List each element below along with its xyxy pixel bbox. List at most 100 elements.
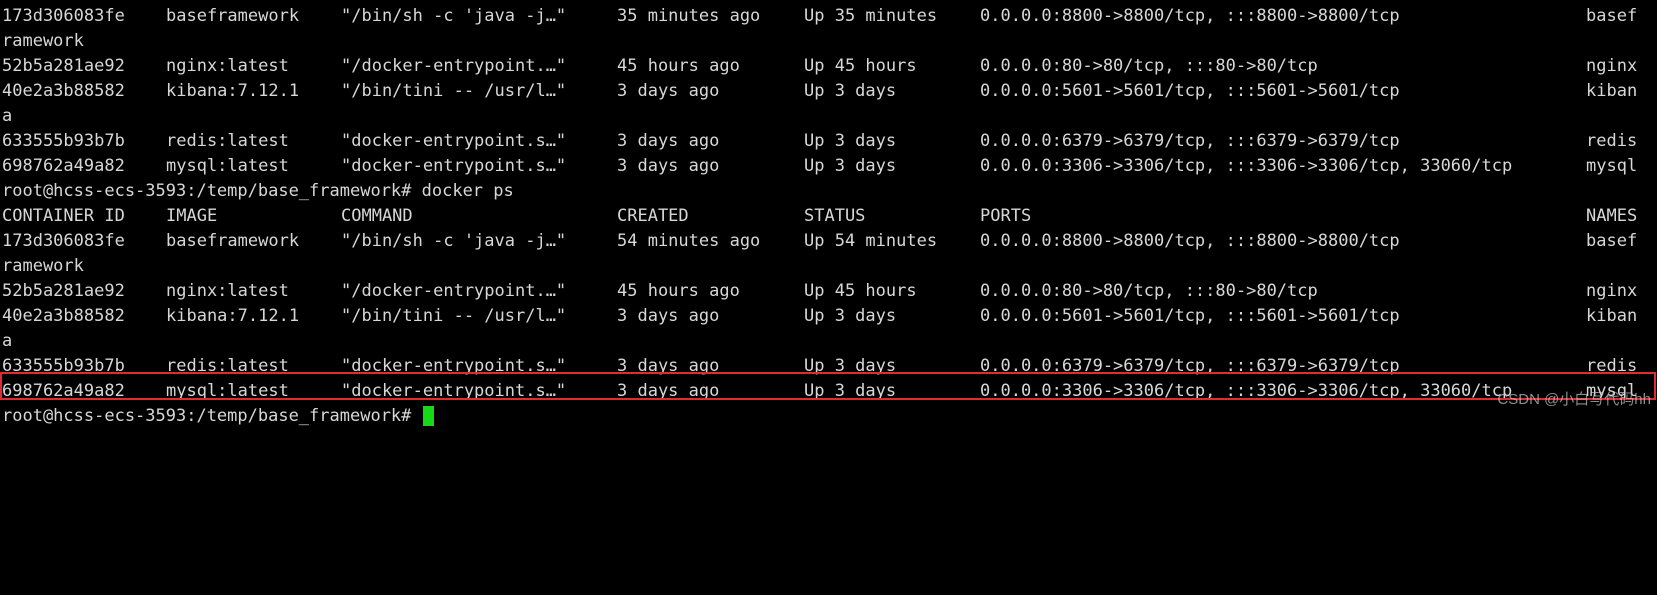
container-created: 3 days ago <box>617 356 720 376</box>
container-ports: 0.0.0.0:8800->8800/tcp, :::8800->8800/tc… <box>980 231 1400 251</box>
header-names: NAMES <box>1586 206 1638 226</box>
container-ports: 0.0.0.0:80->80/tcp, :::80->80/tcp <box>980 56 1318 76</box>
container-command: "/bin/sh -c 'java -j…" <box>341 231 567 251</box>
container-status: Up 3 days <box>804 81 897 101</box>
header-created: CREATED <box>617 206 689 226</box>
container-names-wrap: a <box>2 106 13 126</box>
container-names: basef <box>1586 231 1638 251</box>
container-command: "/bin/tini -- /usr/l…" <box>341 81 567 101</box>
header-image: IMAGE <box>166 206 218 226</box>
header-status: STATUS <box>804 206 866 226</box>
header-container-id: CONTAINER ID <box>2 206 125 226</box>
container-ports: 0.0.0.0:5601->5601/tcp, :::5601->5601/tc… <box>980 81 1400 101</box>
container-created: 3 days ago <box>617 81 720 101</box>
container-id: 173d306083fe <box>2 231 125 251</box>
container-ports: 0.0.0.0:80->80/tcp, :::80->80/tcp <box>980 281 1318 301</box>
container-status: Up 45 hours <box>804 56 917 76</box>
container-id: 40e2a3b88582 <box>2 306 125 326</box>
container-command: "/bin/tini -- /usr/l…" <box>341 306 567 326</box>
container-created: 45 hours ago <box>617 56 740 76</box>
container-id: 698762a49a82 <box>2 156 125 176</box>
container-ports: 0.0.0.0:3306->3306/tcp, :::3306->3306/tc… <box>980 156 1513 176</box>
container-command: "docker-entrypoint.s…" <box>341 156 567 176</box>
table-row: 173d306083fe baseframework "/bin/sh -c '… <box>0 229 1657 253</box>
container-command: "/docker-entrypoint.…" <box>341 281 567 301</box>
container-created: 35 minutes ago <box>617 6 761 26</box>
container-image: nginx:latest <box>166 56 289 76</box>
container-status: Up 3 days <box>804 156 897 176</box>
container-status: Up 3 days <box>804 131 897 151</box>
table-row: 633555b93b7b redis:latest "docker-entryp… <box>0 354 1657 378</box>
container-ports: 0.0.0.0:3306->3306/tcp, :::3306->3306/tc… <box>980 381 1513 401</box>
container-image: kibana:7.12.1 <box>166 81 300 101</box>
watermark: CSDN @小白写代码hh <box>1497 391 1651 408</box>
table-row: 633555b93b7b redis:latest "docker-entryp… <box>0 129 1657 153</box>
container-id: 52b5a281ae92 <box>2 56 125 76</box>
shell-prompt-line[interactable]: root@hcss-ecs-3593:/temp/base_framework# <box>0 404 1657 428</box>
container-names-wrap: a <box>2 331 13 351</box>
container-status: Up 3 days <box>804 381 897 401</box>
container-status: Up 35 minutes <box>804 6 938 26</box>
container-created: 3 days ago <box>617 131 720 151</box>
container-names: kiban <box>1586 306 1638 326</box>
terminal-window[interactable]: 173d306083fe baseframework "/bin/sh -c '… <box>0 0 1657 428</box>
container-id: 40e2a3b88582 <box>2 81 125 101</box>
container-image: baseframework <box>166 6 300 26</box>
container-id: 52b5a281ae92 <box>2 281 125 301</box>
table-row: 698762a49a82 mysql:latest "docker-entryp… <box>0 154 1657 178</box>
container-status: Up 3 days <box>804 306 897 326</box>
container-id: 633555b93b7b <box>2 356 125 376</box>
container-image: redis:latest <box>166 356 289 376</box>
table-row: 52b5a281ae92 nginx:latest "/docker-entry… <box>0 54 1657 78</box>
table-row: 52b5a281ae92 nginx:latest "/docker-entry… <box>0 279 1657 303</box>
container-created: 45 hours ago <box>617 281 740 301</box>
container-command: "docker-entrypoint.s…" <box>341 356 567 376</box>
container-id: 173d306083fe <box>2 6 125 26</box>
container-names: nginx <box>1586 281 1638 301</box>
text-cursor <box>422 406 434 426</box>
shell-prompt: root@hcss-ecs-3593:/temp/base_framework# <box>2 406 422 426</box>
table-row: 40e2a3b88582 kibana:7.12.1 "/bin/tini --… <box>0 304 1657 328</box>
container-image: mysql:latest <box>166 381 289 401</box>
container-status: Up 3 days <box>804 356 897 376</box>
table-row-highlighted: 698762a49a82 mysql:latest "docker-entryp… <box>0 379 1657 403</box>
container-created: 54 minutes ago <box>617 231 761 251</box>
container-command: "/docker-entrypoint.…" <box>341 56 567 76</box>
wrapped-line: ramework <box>0 254 1657 278</box>
container-command: "docker-entrypoint.s…" <box>341 381 567 401</box>
container-names: basef <box>1586 6 1638 26</box>
wrapped-line: ramework <box>0 29 1657 53</box>
wrapped-line: a <box>0 329 1657 353</box>
container-image: mysql:latest <box>166 156 289 176</box>
container-image: kibana:7.12.1 <box>166 306 300 326</box>
container-command: "/bin/sh -c 'java -j…" <box>341 6 567 26</box>
container-names: mysql <box>1586 156 1638 176</box>
wrapped-line: a <box>0 104 1657 128</box>
container-created: 3 days ago <box>617 381 720 401</box>
container-ports: 0.0.0.0:6379->6379/tcp, :::6379->6379/tc… <box>980 356 1400 376</box>
container-names: nginx <box>1586 56 1638 76</box>
header-ports: PORTS <box>980 206 1032 226</box>
container-names-wrap: ramework <box>2 31 84 51</box>
container-names: kiban <box>1586 81 1638 101</box>
table-row: 40e2a3b88582 kibana:7.12.1 "/bin/tini --… <box>0 79 1657 103</box>
header-command: COMMAND <box>341 206 413 226</box>
container-ports: 0.0.0.0:5601->5601/tcp, :::5601->5601/tc… <box>980 306 1400 326</box>
container-created: 3 days ago <box>617 306 720 326</box>
shell-command: root@hcss-ecs-3593:/temp/base_framework#… <box>2 181 514 201</box>
container-names: redis <box>1586 356 1638 376</box>
container-status: Up 54 minutes <box>804 231 938 251</box>
container-created: 3 days ago <box>617 156 720 176</box>
container-status: Up 45 hours <box>804 281 917 301</box>
container-image: nginx:latest <box>166 281 289 301</box>
container-names-wrap: ramework <box>2 256 84 276</box>
container-id: 633555b93b7b <box>2 131 125 151</box>
container-command: "docker-entrypoint.s…" <box>341 131 567 151</box>
shell-prompt-line: root@hcss-ecs-3593:/temp/base_framework#… <box>0 179 1657 203</box>
table-row: 173d306083fe baseframework "/bin/sh -c '… <box>0 4 1657 28</box>
container-ports: 0.0.0.0:8800->8800/tcp, :::8800->8800/tc… <box>980 6 1400 26</box>
container-image: redis:latest <box>166 131 289 151</box>
container-image: baseframework <box>166 231 300 251</box>
container-names: redis <box>1586 131 1638 151</box>
container-ports: 0.0.0.0:6379->6379/tcp, :::6379->6379/tc… <box>980 131 1400 151</box>
